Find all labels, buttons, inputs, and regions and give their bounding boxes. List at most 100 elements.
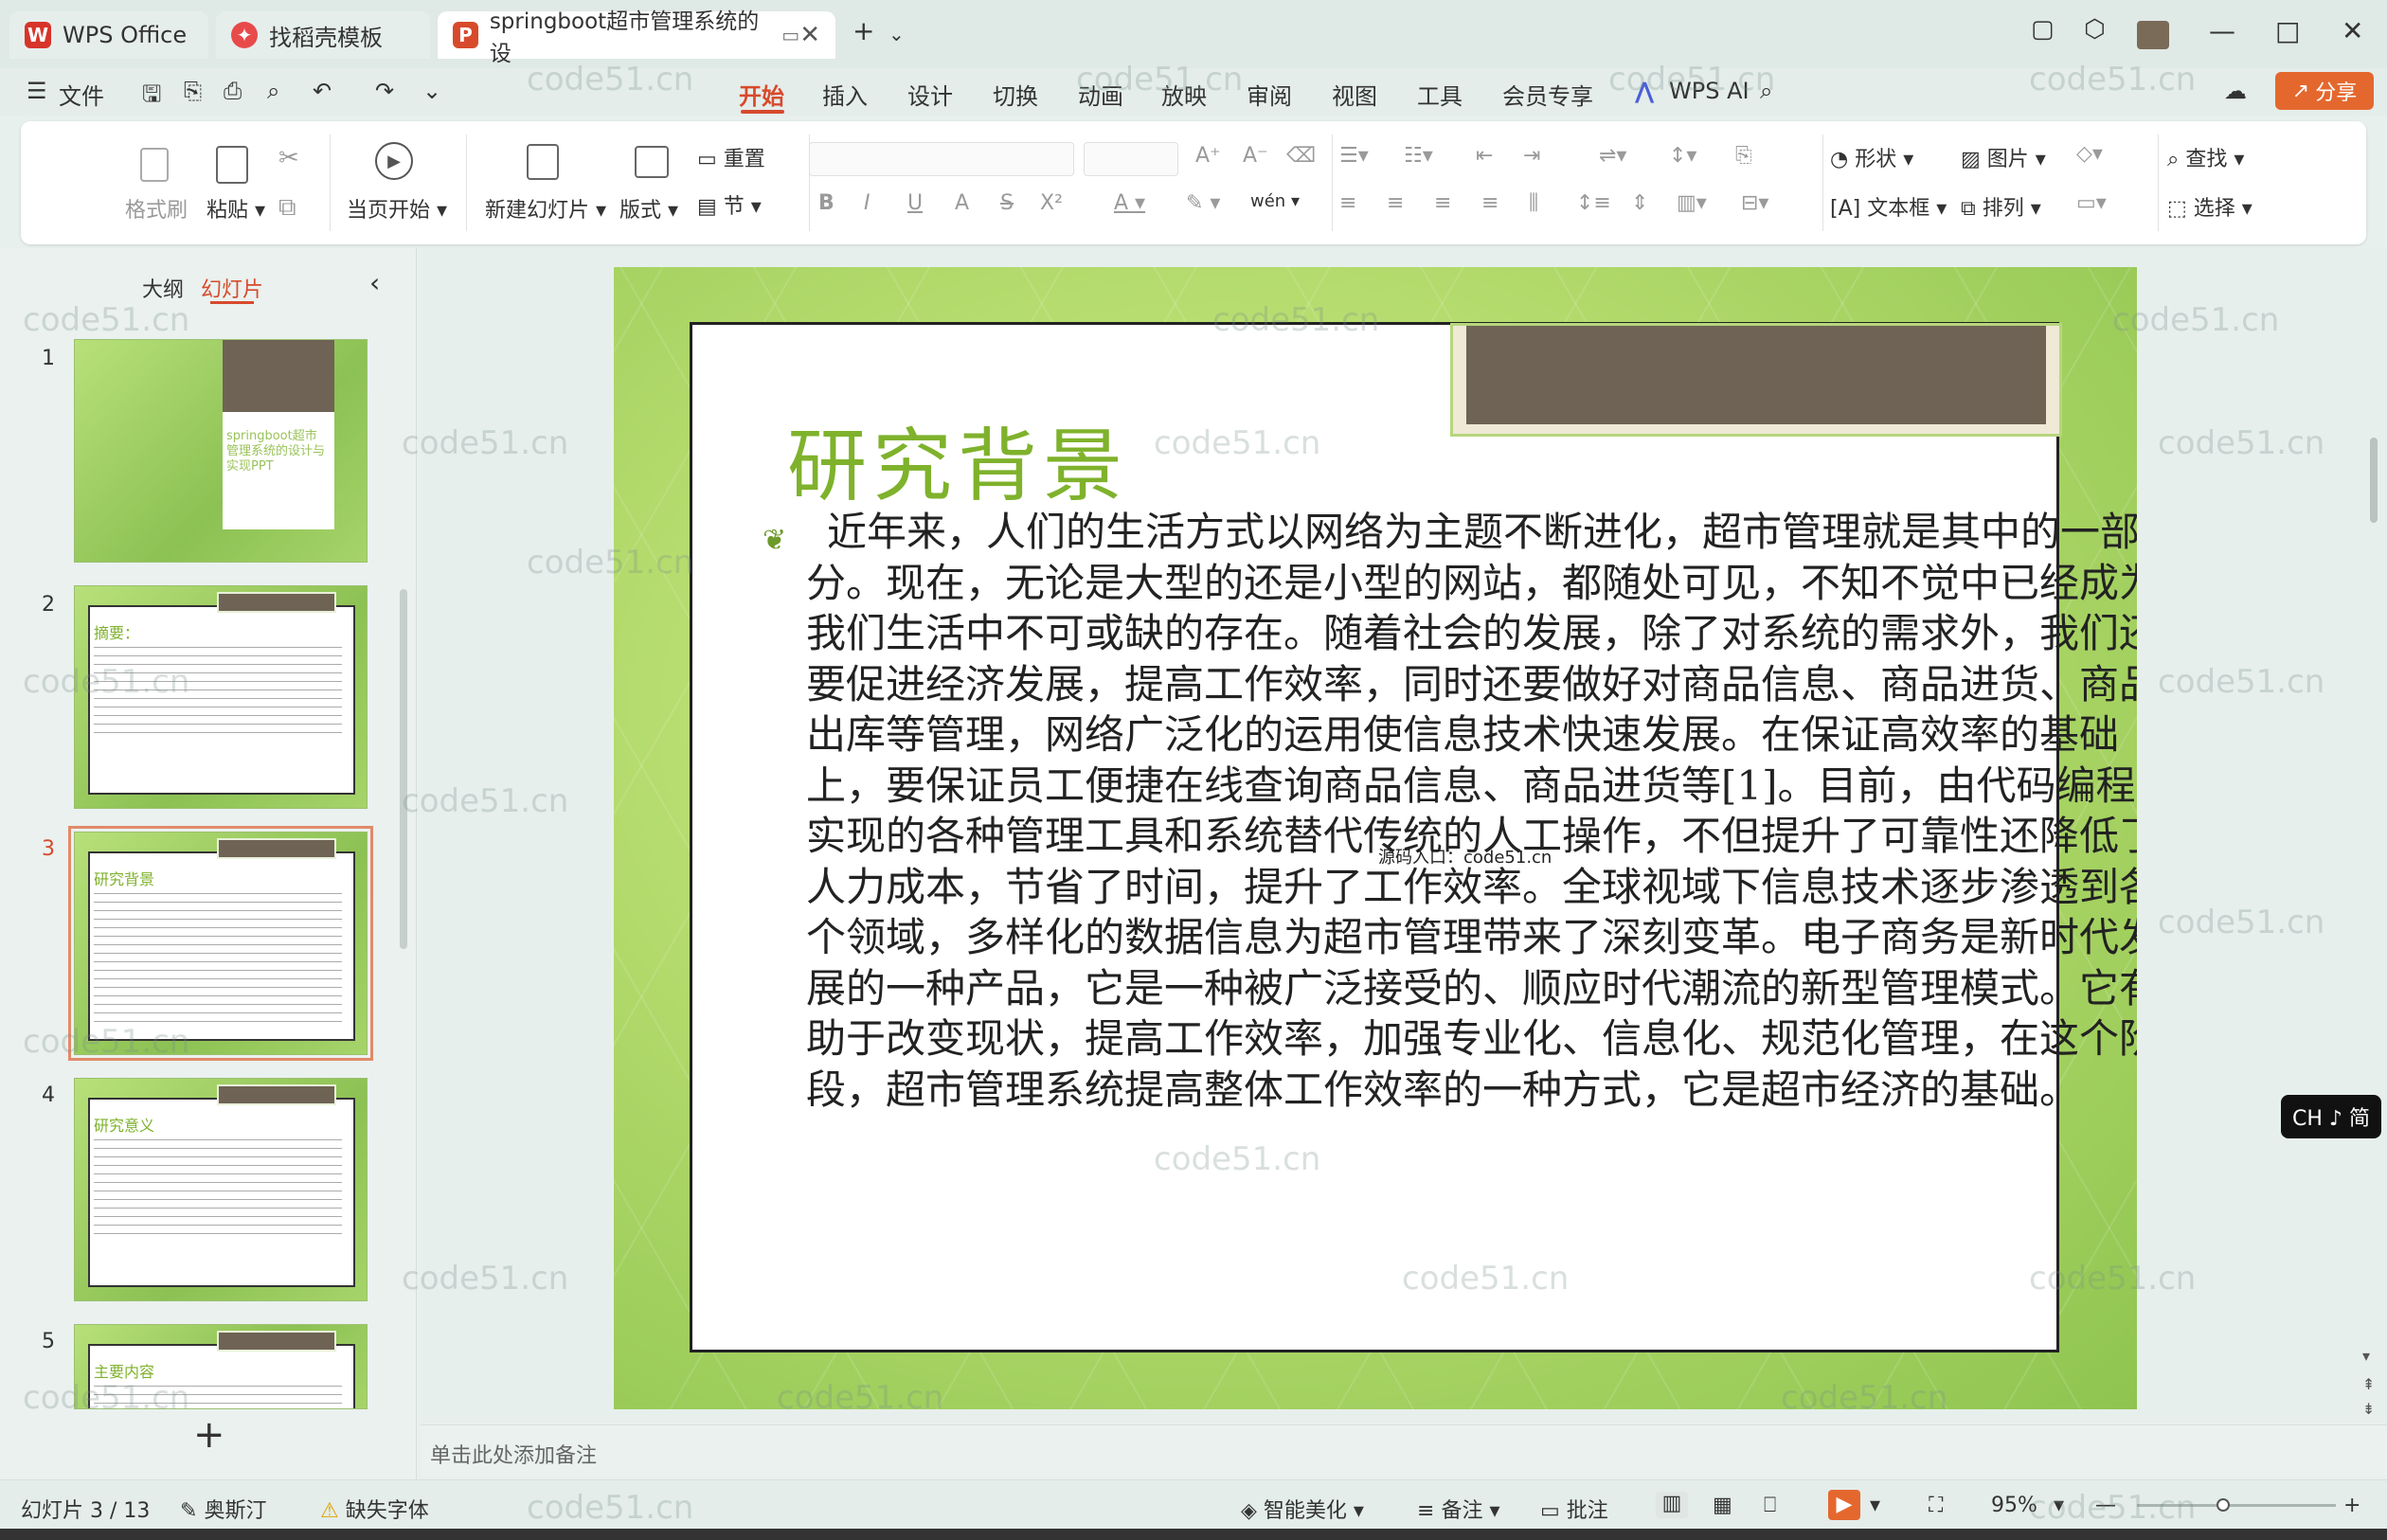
close-window-button[interactable]: ✕	[2342, 15, 2363, 46]
convert-icon[interactable]: ⎘	[1735, 144, 1752, 168]
menu-slideshow[interactable]: 放映	[1161, 78, 1207, 111]
prev-slide-icon[interactable]: ⇞	[2362, 1375, 2375, 1393]
next-slide-icon[interactable]: ⇟	[2362, 1400, 2375, 1418]
shape-button[interactable]: ◔ 形状 ▾	[1830, 142, 1913, 172]
arrange-button[interactable]: ⧉ 排列 ▾	[1961, 191, 2041, 222]
notes-toggle-button[interactable]: ≡ 备注 ▾	[1417, 1494, 1500, 1524]
paste-icon[interactable]	[216, 146, 248, 184]
zoom-out-icon[interactable]: —	[2095, 1494, 2116, 1517]
columns-icon[interactable]: ▥▾	[1677, 191, 1707, 215]
highlight-icon[interactable]: ✎ ▾	[1186, 191, 1220, 215]
tab-wps-office[interactable]: W WPS Office	[9, 11, 208, 59]
slide-body-text[interactable]: 近年来，人们的生活方式以网络为主题不断进化，超市管理就是其中的一部分。现在，无论…	[806, 507, 2137, 1115]
cloud-icon[interactable]: ☁	[2224, 78, 2247, 104]
format-painter-icon[interactable]	[140, 148, 169, 182]
hamburger-icon[interactable]: ☰	[27, 78, 47, 104]
strikethrough-button[interactable]: S	[1000, 191, 1014, 215]
undo-icon[interactable]: ↶	[313, 78, 332, 104]
find-button[interactable]: ⌕ 查找 ▾	[2167, 142, 2244, 172]
format-painter-button[interactable]: 格式刷	[125, 193, 188, 224]
italic-button[interactable]: I	[864, 191, 870, 215]
clear-format-icon[interactable]: ⌫	[1286, 144, 1316, 168]
slide-sorter-icon[interactable]: ▦	[1713, 1494, 1732, 1517]
new-tab-button[interactable]: +	[852, 15, 874, 46]
print-icon[interactable]: ⎙	[224, 78, 242, 104]
numbered-list-icon[interactable]: ☷▾	[1404, 144, 1433, 168]
slide-thumbnail-2[interactable]: 摘要：	[74, 585, 368, 809]
thumbnail-scrollbar[interactable]	[400, 589, 407, 949]
superscript-button[interactable]: X²	[1040, 191, 1063, 215]
underline-button[interactable]: U	[907, 191, 923, 215]
minimize-button[interactable]: —	[2209, 15, 2235, 46]
font-size-select[interactable]	[1084, 142, 1178, 176]
slide-thumbnail-4[interactable]: 研究意义	[74, 1078, 368, 1301]
textbox-button[interactable]: [A] 文本框 ▾	[1830, 191, 1947, 222]
tab-template[interactable]: ✦ 找稻壳模板	[216, 11, 430, 59]
menu-view[interactable]: 视图	[1332, 78, 1377, 111]
share-button[interactable]: ↗ 分享	[2275, 72, 2374, 110]
avatar[interactable]	[2137, 21, 2169, 49]
menu-home[interactable]: 开始	[739, 78, 784, 111]
outline-icon[interactable]: ▭▾	[2076, 191, 2107, 215]
copy-icon[interactable]: ⧉	[278, 193, 296, 223]
text-effect-button[interactable]: A	[955, 191, 969, 215]
decrease-font-icon[interactable]: A⁻	[1243, 144, 1268, 168]
file-menu[interactable]: 文件	[59, 78, 104, 111]
slideshow-chevron-icon[interactable]: ▾	[1870, 1494, 1880, 1517]
reading-view-icon[interactable]: ⎕	[1764, 1494, 1776, 1517]
slideshow-play-icon[interactable]: ▶	[1828, 1490, 1860, 1520]
missing-font-button[interactable]: ⚠ 缺失字体	[320, 1494, 429, 1524]
text-direction-icon[interactable]: ⇌▾	[1599, 144, 1626, 168]
add-slide-button[interactable]: +	[193, 1413, 225, 1457]
select-button[interactable]: ⬚ 选择 ▾	[2167, 191, 2252, 222]
paragraph-spacing-icon[interactable]: ⇕	[1631, 191, 1648, 215]
tab-list-chevron-icon[interactable]: ⌄	[888, 23, 905, 45]
slide-thumbnail-5[interactable]: 主要内容	[74, 1324, 368, 1409]
align-center-icon[interactable]: ≡	[1387, 191, 1404, 215]
maximize-button[interactable]: □	[2275, 15, 2300, 46]
tab-outline[interactable]: 大纲	[142, 273, 184, 303]
text-align-vertical-icon[interactable]: ⊟▾	[1741, 191, 1768, 215]
menu-design[interactable]: 设计	[907, 78, 953, 111]
theme-button[interactable]: ✎ 奥斯汀	[180, 1494, 266, 1524]
print-preview-icon[interactable]: ⌕	[267, 78, 279, 104]
redo-icon[interactable]: ↷	[375, 78, 394, 104]
menu-wps-ai[interactable]: WPS AI	[1669, 78, 1750, 104]
slide-thumbnail-3[interactable]: 研究背景	[68, 826, 373, 1061]
slide-title[interactable]: 研究背景	[787, 403, 1128, 517]
zoom-in-icon[interactable]: +	[2343, 1494, 2360, 1517]
zoom-chevron-icon[interactable]: ▾	[2054, 1494, 2064, 1517]
new-slide-button[interactable]: 新建幻灯片 ▾	[485, 193, 606, 224]
distribute-icon[interactable]: ⫼	[1529, 191, 1538, 215]
notes-placeholder[interactable]: 单击此处添加备注	[430, 1439, 597, 1469]
slide-thumbnail-1[interactable]: springboot超市管理系统的设计与实现PPT	[74, 339, 368, 563]
slide[interactable]: 研究背景 ❦ 近年来，人们的生活方式以网络为主题不断进化，超市管理就是其中的一部…	[614, 267, 2137, 1409]
zoom-slider-track[interactable]	[2137, 1504, 2336, 1507]
search-icon[interactable]: ⌕	[1760, 78, 1772, 104]
align-left-icon[interactable]: ≡	[1339, 191, 1356, 215]
window-layout-icon[interactable]: ▢	[2031, 15, 2055, 44]
tab-slides[interactable]: 幻灯片	[201, 273, 263, 303]
font-family-select[interactable]	[809, 142, 1074, 176]
comments-button[interactable]: ▭ 批注	[1540, 1494, 1608, 1524]
increase-indent-icon[interactable]: ⇥	[1523, 144, 1540, 168]
export-icon[interactable]: ⎘	[184, 78, 202, 104]
font-color-button[interactable]: A ▾	[1114, 191, 1145, 215]
fit-window-icon[interactable]: ⛶	[1929, 1494, 1943, 1517]
ime-indicator[interactable]: CH ♪ 简	[2281, 1095, 2381, 1138]
quick-access-chevron-icon[interactable]: ⌄	[422, 78, 441, 104]
new-slide-icon[interactable]	[527, 144, 559, 180]
zoom-slider-handle[interactable]	[2216, 1498, 2230, 1512]
tab-presentation[interactable]: P springboot超市管理系统的设 ▭ ✕	[438, 9, 835, 66]
menu-tools[interactable]: 工具	[1417, 78, 1463, 111]
bullet-list-icon[interactable]: ☰▾	[1339, 144, 1369, 168]
cube-icon[interactable]: ⬡	[2084, 15, 2106, 44]
align-right-icon[interactable]: ≡	[1434, 191, 1451, 215]
menu-review[interactable]: 审阅	[1247, 78, 1292, 111]
menu-insert[interactable]: 插入	[822, 78, 868, 111]
beautify-button[interactable]: ◈ 智能美化 ▾	[1241, 1494, 1364, 1524]
notes-pane[interactable]: 单击此处添加备注	[421, 1424, 2387, 1477]
paste-button[interactable]: 粘贴 ▾	[206, 193, 265, 224]
menu-animation[interactable]: 动画	[1078, 78, 1123, 111]
play-from-current-button[interactable]: 当页开始 ▾	[347, 193, 447, 224]
